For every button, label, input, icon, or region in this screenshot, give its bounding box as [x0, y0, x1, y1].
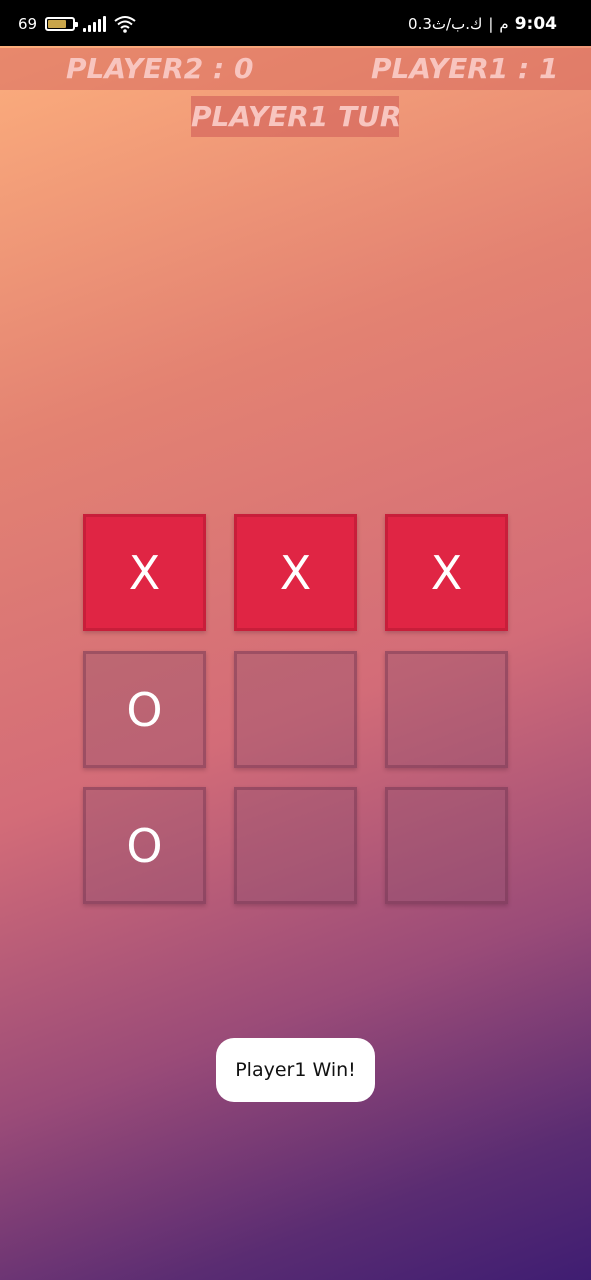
board-cell[interactable]	[234, 651, 357, 768]
board-cell[interactable]: X	[83, 514, 206, 631]
win-toast: Player1 Win!	[216, 1038, 375, 1102]
player2-score: PLAYER2 : 0	[66, 52, 254, 85]
player1-score: PLAYER1 : 1	[371, 52, 559, 85]
status-bar-left: 69	[18, 12, 136, 36]
am-pm: م	[499, 15, 509, 33]
status-separator: |	[488, 15, 494, 33]
battery-level: 69	[18, 15, 38, 33]
battery-fill	[48, 20, 67, 28]
board-cell[interactable]: O	[83, 787, 206, 904]
battery-icon	[45, 17, 79, 31]
score-bar: PLAYER2 : 0 PLAYER1 : 1	[0, 48, 591, 90]
turn-indicator: PLAYER1 TURN	[191, 96, 399, 137]
cell-signal-icon	[83, 16, 107, 32]
board-cell[interactable]: X	[234, 514, 357, 631]
status-bar-right: 0.3ك.ب/ث | م 9:04	[408, 12, 557, 36]
clock: 9:04	[514, 14, 557, 34]
board-cell[interactable]: X	[385, 514, 508, 631]
status-bar: 69 0.3ك.ب/ث | م 9:04	[0, 0, 591, 46]
board-cell[interactable]	[234, 787, 357, 904]
wifi-icon	[114, 15, 136, 33]
board-cell[interactable]: O	[83, 651, 206, 768]
board-cell[interactable]	[385, 787, 508, 904]
board-cell[interactable]	[385, 651, 508, 768]
data-speed: 0.3ك.ب/ث	[408, 15, 483, 33]
game-board: X X X O O	[83, 514, 509, 904]
